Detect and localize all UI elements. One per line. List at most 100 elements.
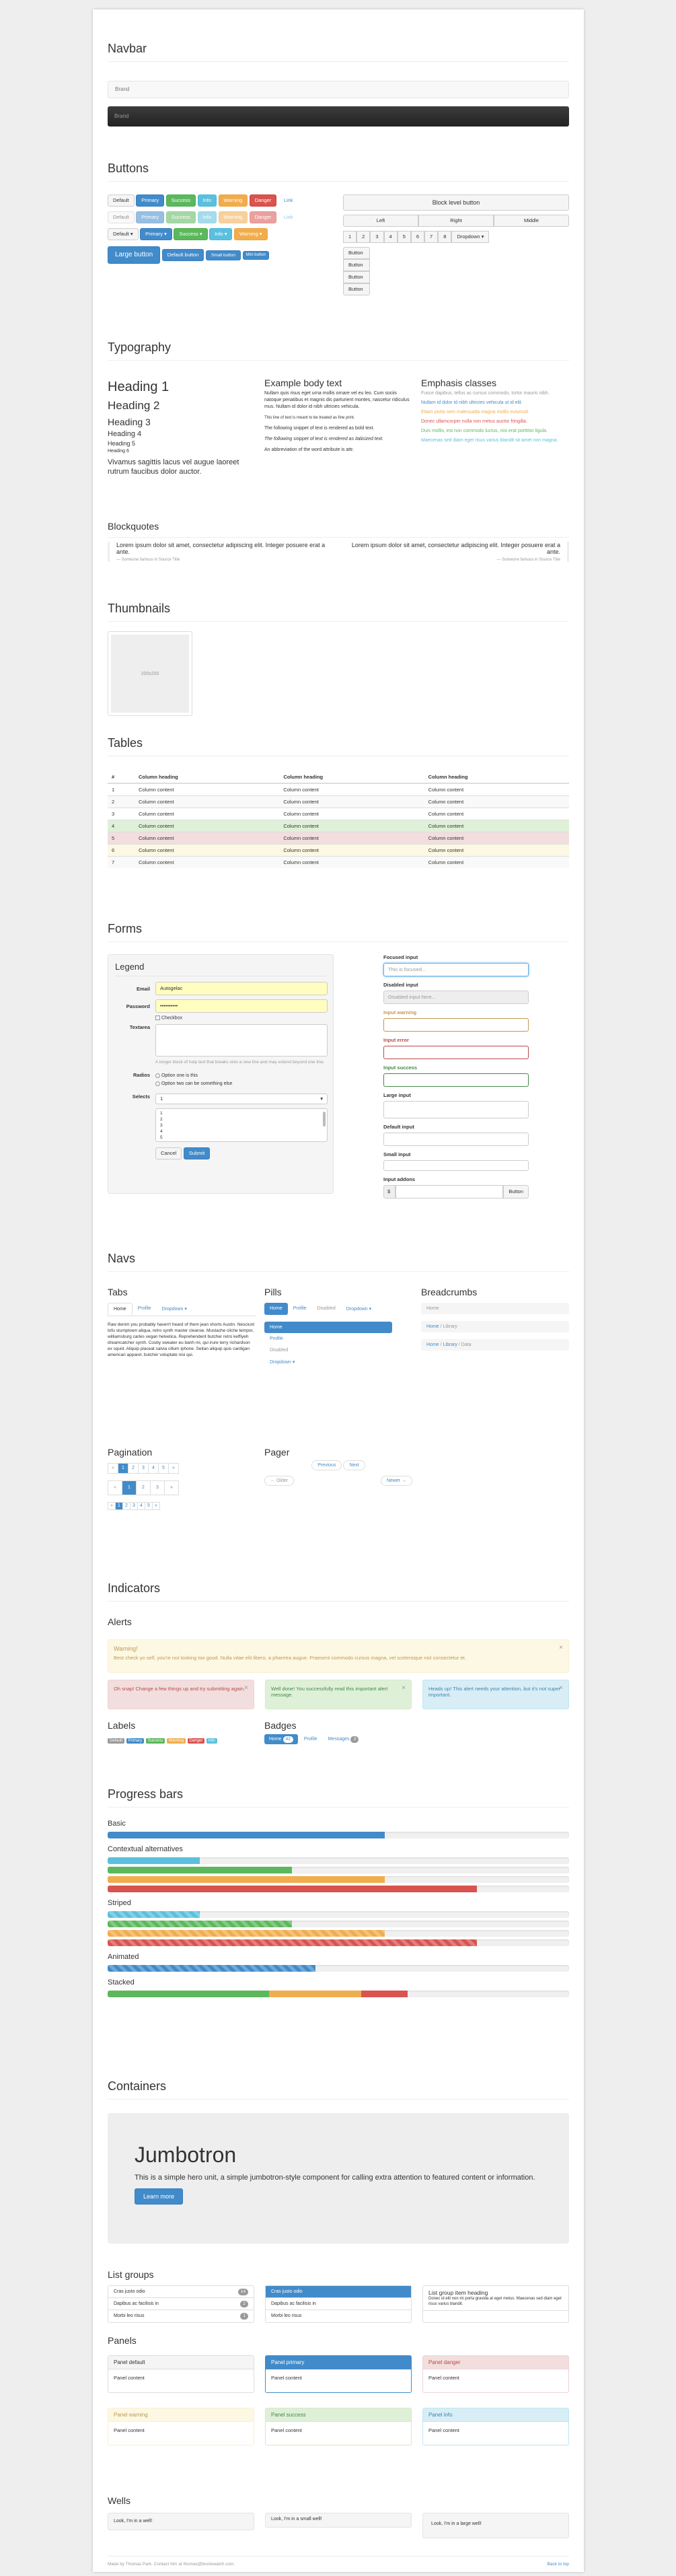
info-dropdown-button[interactable]: Info ▾: [209, 228, 233, 240]
success-button[interactable]: Success: [165, 194, 196, 207]
warning-button[interactable]: Warning: [218, 194, 248, 207]
badge-pill-messages[interactable]: Messages 3: [324, 1734, 363, 1744]
radio-button[interactable]: [155, 1073, 160, 1078]
page-button-8[interactable]: 8: [438, 231, 452, 243]
pagination-item[interactable]: 1: [122, 1480, 137, 1495]
breadcrumb-item[interactable]: Library: [443, 1343, 457, 1347]
navbar-brand-dark[interactable]: Brand: [114, 113, 128, 119]
page-button-4[interactable]: 4: [383, 231, 398, 243]
large-input[interactable]: [383, 1101, 529, 1118]
scrollbar[interactable]: [323, 1112, 326, 1127]
radio-button[interactable]: [155, 1081, 160, 1086]
list-group-link[interactable]: Morbi leo risus: [266, 2310, 411, 2322]
page-button-7[interactable]: 7: [424, 231, 439, 243]
tab-home[interactable]: Home: [108, 1303, 133, 1316]
info-button[interactable]: Info: [197, 194, 217, 207]
block-level-button[interactable]: Block level button: [343, 194, 569, 211]
default-button-disabled[interactable]: Default: [108, 211, 135, 223]
page-button-1[interactable]: 1: [343, 231, 357, 243]
pagination-item[interactable]: 4: [148, 1463, 159, 1474]
mini-button[interactable]: Mini button: [242, 250, 269, 260]
warning-button-disabled[interactable]: Warning: [218, 211, 248, 223]
disabled-input[interactable]: Disabled input here...: [383, 991, 529, 1004]
badge-pill-profile[interactable]: Profile: [299, 1734, 322, 1744]
primary-button[interactable]: Primary: [136, 194, 165, 207]
info-button-disabled[interactable]: Info: [197, 211, 217, 223]
pagination-item[interactable]: 3: [138, 1463, 149, 1474]
pagination-item[interactable]: 2: [128, 1463, 139, 1474]
pagination-item[interactable]: «: [108, 1480, 122, 1495]
close-icon[interactable]: ×: [559, 1684, 563, 1692]
breadcrumb-item[interactable]: Home: [426, 1324, 439, 1329]
pill-dropdown[interactable]: Dropdown ▾: [341, 1303, 377, 1315]
vertical-button-2[interactable]: Button: [343, 259, 370, 271]
page-button-3[interactable]: 3: [370, 231, 384, 243]
close-icon[interactable]: ×: [402, 1684, 406, 1692]
justified-right-button[interactable]: Right: [418, 215, 494, 227]
pagination-item[interactable]: 3: [150, 1480, 165, 1495]
danger-button[interactable]: Danger: [249, 194, 277, 207]
vertical-button-1[interactable]: Button: [343, 247, 370, 259]
default-button[interactable]: Default: [108, 194, 135, 207]
stacked-pill-profile[interactable]: Profile: [264, 1333, 392, 1345]
password-field[interactable]: ••••••••••: [155, 999, 328, 1013]
close-icon[interactable]: ×: [559, 1644, 563, 1651]
badge-pill-home[interactable]: Home 42: [264, 1734, 298, 1744]
stacked-pill-dropdown[interactable]: Dropdown ▾: [264, 1356, 392, 1368]
success-button-disabled[interactable]: Success: [165, 211, 196, 223]
focused-input[interactable]: This is focused...: [383, 963, 529, 976]
link-button[interactable]: Link: [278, 194, 299, 207]
email-field[interactable]: Autogelac: [155, 982, 328, 995]
warning-dropdown-button[interactable]: Warning ▾: [233, 228, 268, 240]
list-group-link[interactable]: Dapibus ac facilisis in: [266, 2298, 411, 2310]
dropdown-button[interactable]: Dropdown ▾: [451, 231, 490, 243]
success-input[interactable]: [383, 1073, 529, 1087]
small-input[interactable]: [383, 1160, 529, 1171]
pagination-item[interactable]: »: [168, 1463, 179, 1474]
page-button-6[interactable]: 6: [410, 231, 425, 243]
vertical-button-4[interactable]: Button: [343, 283, 370, 295]
stacked-pill-home[interactable]: Home: [264, 1322, 392, 1333]
warning-input[interactable]: [383, 1018, 529, 1032]
pagination-item[interactable]: «: [108, 1463, 118, 1474]
stacked-pill-disabled[interactable]: Disabled: [264, 1345, 392, 1356]
vertical-button-3[interactable]: Button: [343, 271, 370, 283]
primary-dropdown-button[interactable]: Primary ▾: [140, 228, 172, 240]
pager-next[interactable]: Next: [343, 1460, 365, 1470]
checkbox[interactable]: [155, 1015, 160, 1020]
default-input[interactable]: [383, 1133, 529, 1146]
default-dropdown-button[interactable]: Default ▾: [108, 228, 139, 240]
page-button-2[interactable]: 2: [356, 231, 371, 243]
close-icon[interactable]: ×: [244, 1684, 248, 1692]
back-to-top-link[interactable]: Back to top: [547, 2562, 569, 2567]
pagination-item[interactable]: 2: [136, 1480, 151, 1495]
cancel-button[interactable]: Cancel: [155, 1147, 182, 1160]
list-group-link[interactable]: Cras justo odio: [266, 2286, 411, 2298]
success-dropdown-button[interactable]: Success ▾: [174, 228, 208, 240]
danger-button-disabled[interactable]: Danger: [249, 211, 277, 223]
pill-profile[interactable]: Profile: [288, 1303, 312, 1315]
addon-button[interactable]: Button: [503, 1185, 529, 1198]
pill-home[interactable]: Home: [264, 1303, 288, 1315]
pill-disabled[interactable]: Disabled: [312, 1303, 341, 1315]
tab-profile[interactable]: Profile: [133, 1303, 157, 1316]
select-multiple[interactable]: 12345: [155, 1108, 328, 1143]
addon-input[interactable]: [396, 1185, 504, 1198]
select-single[interactable]: 1 ▾: [155, 1094, 328, 1105]
justified-left-button[interactable]: Left: [343, 215, 418, 227]
pagination-item[interactable]: 5: [158, 1463, 169, 1474]
pager-older[interactable]: ← Older: [264, 1476, 295, 1486]
pager-previous[interactable]: Previous: [311, 1460, 342, 1470]
submit-button[interactable]: Submit: [183, 1147, 211, 1160]
pagination-item[interactable]: »: [152, 1502, 160, 1510]
tab-dropdown[interactable]: Dropdown ▾: [157, 1303, 192, 1316]
navbar-brand-light[interactable]: Brand: [115, 86, 129, 92]
error-input[interactable]: [383, 1046, 529, 1059]
large-button[interactable]: Large button: [108, 246, 161, 264]
textarea-field[interactable]: [155, 1024, 328, 1057]
small-button[interactable]: Small button: [205, 250, 241, 260]
pagination-item[interactable]: »: [164, 1480, 179, 1495]
page-button-5[interactable]: 5: [397, 231, 411, 243]
pagination-item[interactable]: 1: [118, 1463, 128, 1474]
primary-button-disabled[interactable]: Primary: [136, 211, 165, 223]
